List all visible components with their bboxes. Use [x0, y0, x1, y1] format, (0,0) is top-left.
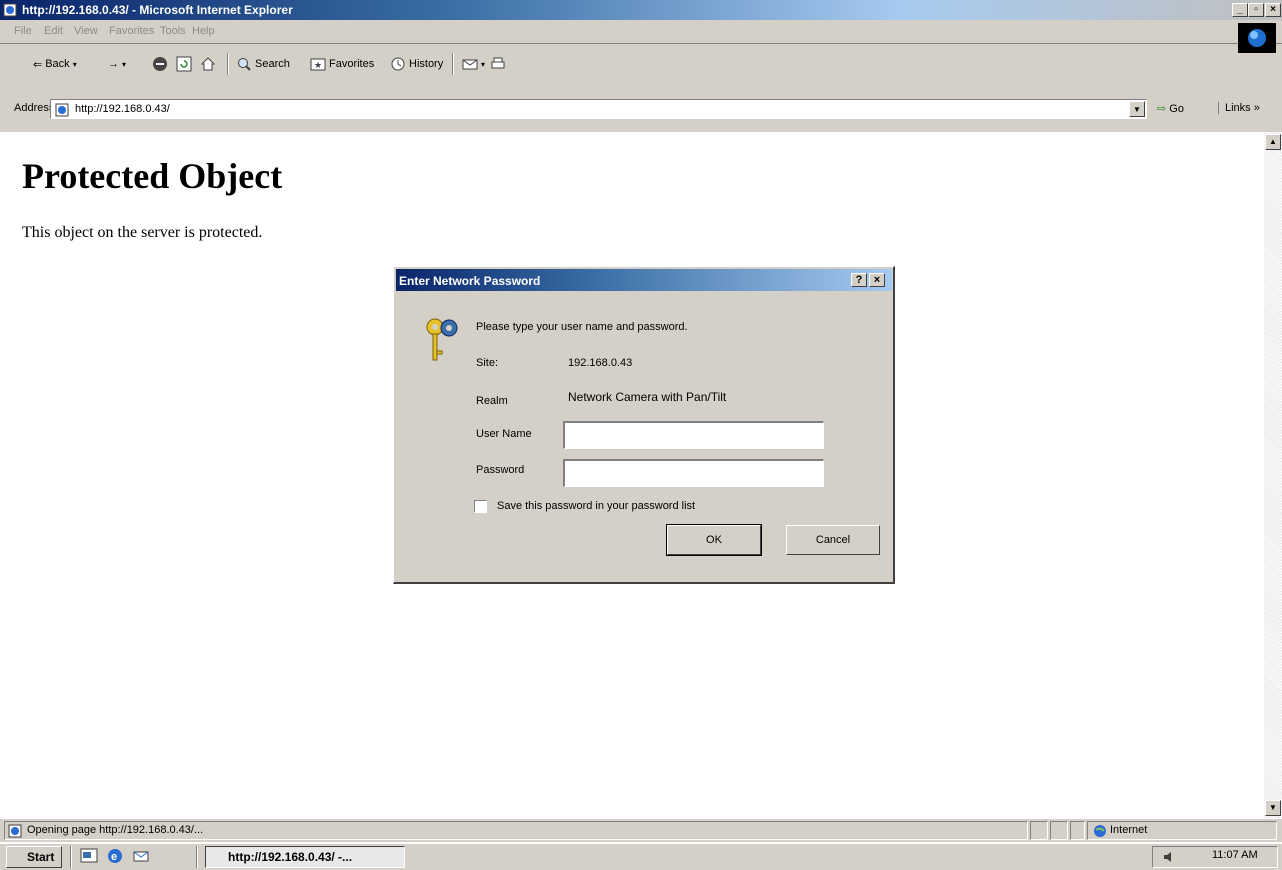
cancel-button[interactable]: Cancel	[786, 525, 880, 555]
realm-value: Network Camera with Pan/Tilt	[568, 390, 727, 404]
ie-page-icon	[3, 3, 17, 17]
svg-text:★: ★	[314, 60, 322, 70]
back-button[interactable]: ⇐ Back ▾	[33, 54, 77, 74]
forward-arrow-icon: →	[108, 58, 119, 70]
svg-text:e: e	[111, 851, 117, 863]
taskbar-window-button[interactable]: http://192.168.0.43/ -...	[205, 846, 405, 868]
standard-toolbar	[0, 46, 1282, 94]
clock: 11:07 AM	[1212, 849, 1258, 861]
scroll-up-button[interactable]: ▲	[1265, 134, 1281, 150]
forward-button[interactable]: → ▾	[108, 54, 126, 74]
home-button[interactable]	[200, 54, 216, 74]
password-field[interactable]	[563, 459, 824, 487]
menu-view[interactable]: View	[74, 25, 98, 37]
menu-edit[interactable]: Edit	[44, 25, 63, 37]
taskbar-separator	[196, 846, 198, 868]
site-value: 192.168.0.43	[568, 357, 633, 369]
address-label: Address	[14, 102, 55, 114]
back-arrow-icon: ⇐	[33, 58, 43, 71]
ie-icon[interactable]: e	[106, 847, 124, 865]
dialog-close-button[interactable]: ×	[869, 273, 885, 287]
chevron-down-icon: ▼	[1133, 105, 1141, 114]
chevron-down-icon: ▾	[122, 59, 127, 69]
taskbar-separator	[70, 846, 72, 868]
home-icon	[200, 57, 216, 71]
address-dropdown-button[interactable]: ▼	[1129, 101, 1145, 117]
chevron-down-icon: ▾	[481, 59, 486, 69]
favorites-button[interactable]: ★ Favorites	[310, 54, 374, 74]
history-icon	[391, 57, 405, 71]
save-password-checkbox[interactable]	[474, 500, 487, 513]
internet-zone-icon	[1094, 825, 1106, 837]
minimize-button[interactable]: _	[1232, 3, 1248, 17]
print-icon	[491, 57, 505, 69]
chevron-down-icon: ▾	[72, 59, 77, 69]
security-zone: Internet	[1087, 821, 1277, 840]
menu-tools[interactable]: Tools	[160, 25, 186, 37]
search-icon	[238, 58, 251, 71]
username-field[interactable]	[563, 421, 824, 449]
print-button[interactable]	[490, 54, 506, 74]
ie-page-icon	[55, 103, 69, 117]
dialog-help-button[interactable]: ?	[851, 273, 867, 287]
stop-icon	[153, 57, 167, 71]
favorites-icon: ★	[310, 58, 326, 71]
username-label: User Name	[476, 428, 532, 440]
page-title: Protected Object	[22, 156, 283, 196]
history-button[interactable]: History	[390, 54, 443, 74]
maximize-button[interactable]: ▫	[1248, 3, 1264, 17]
status-text: Opening page http://192.168.0.43/...	[4, 821, 1028, 840]
scroll-down-button[interactable]: ▼	[1265, 800, 1281, 816]
chevron-down-icon: ▼	[1269, 803, 1277, 812]
password-label: Password	[476, 464, 525, 476]
dialog-prompt: Please type your user name and password.	[476, 321, 688, 333]
go-arrow-icon: ⇨	[1157, 103, 1167, 115]
refresh-button[interactable]	[176, 54, 192, 74]
menu-help[interactable]: Help	[192, 25, 215, 37]
mail-button[interactable]: ▾	[462, 54, 485, 74]
keys-icon	[426, 318, 458, 361]
status-pane	[1050, 821, 1068, 840]
page-text: This object on the server is protected.	[22, 224, 263, 241]
dialog-title: Enter Network Password	[399, 274, 541, 288]
dialog-title-bar[interactable]: Enter Network Password	[396, 269, 892, 291]
save-password-label[interactable]: Save this password in your password list	[497, 500, 695, 512]
window-title: http://192.168.0.43/ - Microsoft Interne…	[22, 3, 293, 17]
go-button[interactable]: ⇨ Go	[1157, 102, 1184, 115]
address-input[interactable]: http://192.168.0.43/	[50, 99, 1147, 119]
taskbar	[0, 843, 1282, 870]
links-button[interactable]: Links »	[1218, 102, 1260, 114]
chevron-up-icon: ▲	[1269, 137, 1277, 146]
refresh-icon	[176, 56, 192, 72]
address-value: http://192.168.0.43/	[75, 103, 170, 115]
window-title-bar[interactable]: http://192.168.0.43/ - Microsoft Interne…	[0, 0, 1282, 20]
mail-icon	[462, 59, 478, 70]
quick-launch: e	[80, 847, 150, 865]
show-desktop-icon[interactable]	[80, 847, 98, 865]
toolbar-separator	[227, 53, 229, 75]
search-button[interactable]: Search	[236, 54, 290, 74]
menu-bar: File Edit View Favorites Tools Help	[0, 20, 1282, 44]
stop-button[interactable]	[152, 54, 168, 74]
status-pane	[1030, 821, 1048, 840]
realm-label: Realm	[476, 395, 508, 407]
outlook-express-icon[interactable]	[132, 847, 150, 865]
start-button[interactable]: Start	[6, 846, 62, 868]
ok-button[interactable]: OK	[666, 524, 762, 556]
vertical-scrollbar[interactable]	[1264, 132, 1282, 818]
site-label: Site:	[476, 357, 499, 369]
status-pane	[1070, 821, 1085, 840]
menu-favorites[interactable]: Favorites	[109, 25, 154, 37]
volume-icon[interactable]	[1162, 850, 1176, 864]
menu-file[interactable]: File	[14, 25, 32, 37]
toolbar-separator	[452, 53, 454, 75]
close-button[interactable]: ×	[1265, 3, 1281, 17]
